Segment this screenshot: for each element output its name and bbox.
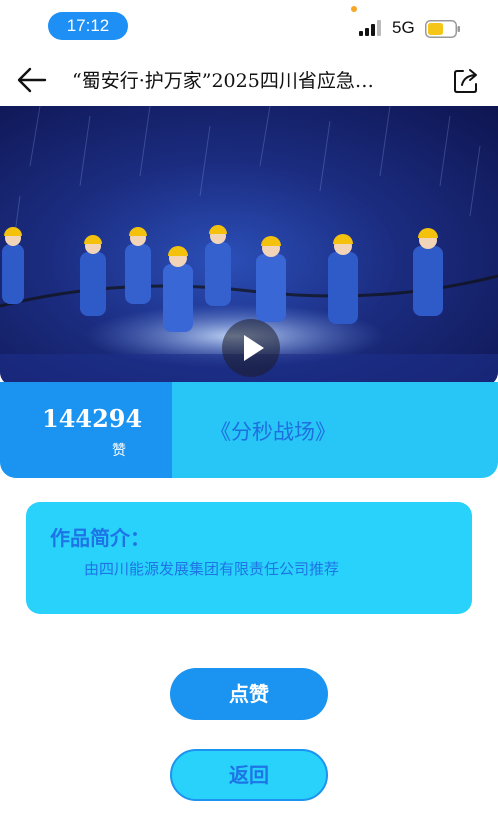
video-player[interactable] — [0, 106, 498, 386]
work-title: 《分秒战场》 — [210, 420, 336, 444]
intro-heading: 作品简介： — [50, 526, 150, 550]
privacy-indicator-dot — [351, 6, 357, 12]
share-icon[interactable] — [451, 66, 481, 96]
status-time: 17:12 — [48, 12, 128, 40]
intro-text: 由四川能源发展集团有限责任公司推荐 — [84, 560, 340, 578]
status-bar: 17:12 5G — [0, 0, 498, 52]
battery-icon — [425, 20, 460, 38]
likes-count: 144294 — [42, 404, 143, 433]
back-button[interactable]: 返回 — [170, 749, 328, 801]
nav-header: “蜀安行·护万家”2025四川省应急… — [0, 52, 498, 108]
like-button[interactable]: 点赞 — [170, 668, 328, 720]
likes-unit: 赞 — [112, 443, 126, 459]
signal-icon — [359, 20, 381, 36]
likes-box: 144294 赞 — [0, 382, 172, 478]
page-title: “蜀安行·护万家”2025四川省应急… — [72, 70, 374, 92]
work-info-bar: 144294 赞 《分秒战场》 — [0, 382, 498, 478]
intro-card: 作品简介： 由四川能源发展集团有限责任公司推荐 — [26, 502, 472, 614]
play-icon[interactable] — [222, 319, 280, 377]
network-type: 5G — [392, 18, 415, 37]
back-arrow-icon[interactable] — [12, 62, 52, 98]
